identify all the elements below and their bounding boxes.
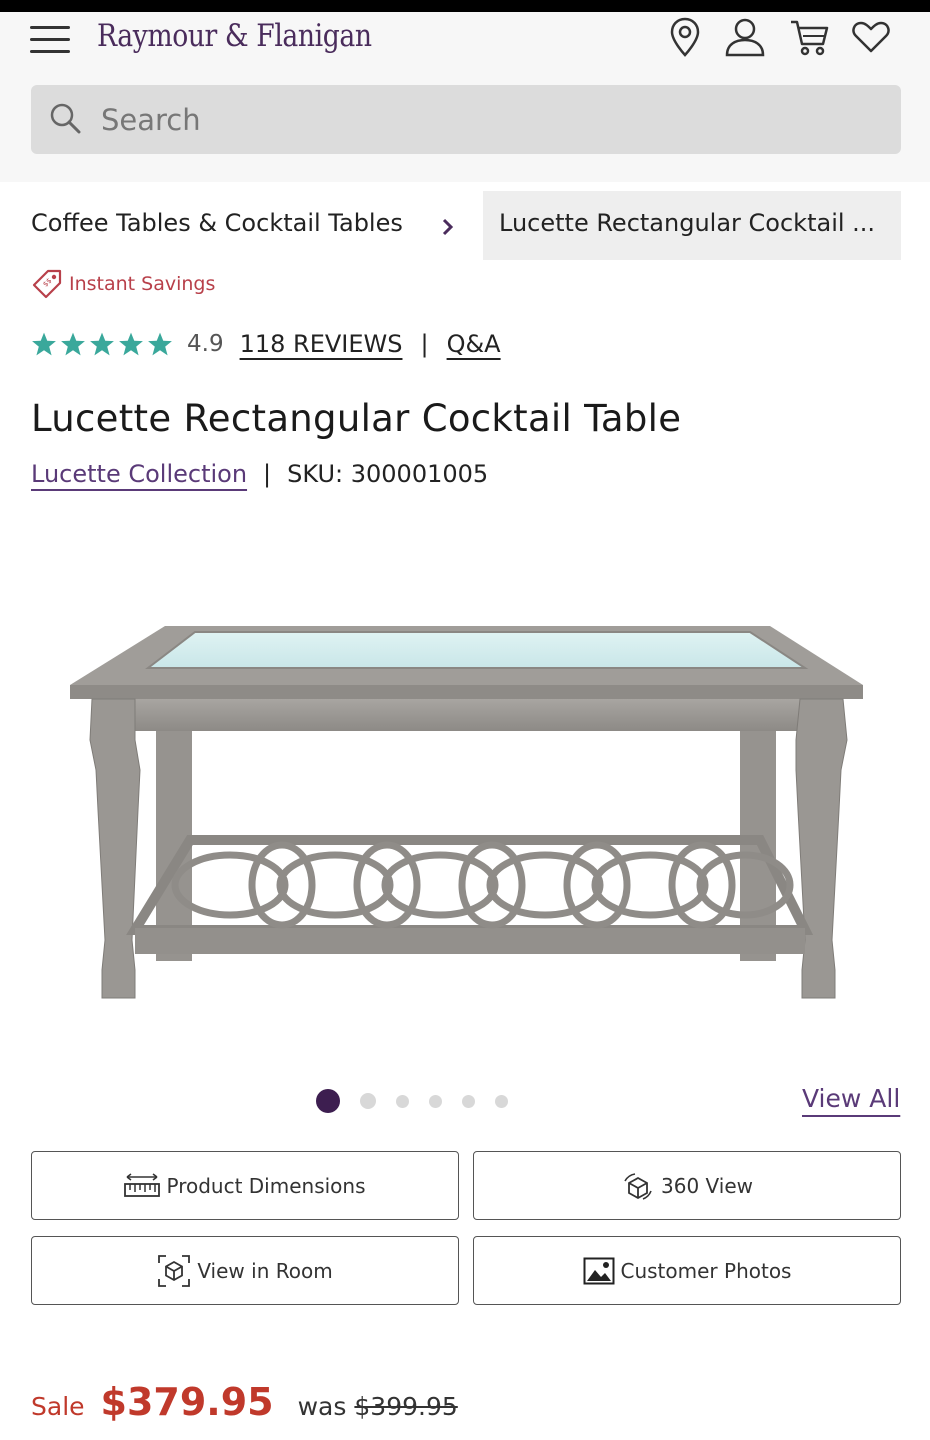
location-pin-icon[interactable]: [664, 14, 706, 60]
original-price: $399.95: [354, 1392, 458, 1421]
product-dimensions-label: Product Dimensions: [166, 1173, 366, 1198]
star-rating: [31, 331, 173, 357]
was-label: was: [297, 1392, 347, 1421]
reviews-link[interactable]: 118 REVIEWS: [240, 330, 403, 358]
sku-label: SKU: 300001005: [287, 460, 489, 488]
ruler-icon: [124, 1172, 161, 1197]
brand-logo[interactable]: Raymour & Flanigan: [97, 18, 372, 54]
view-in-room-button[interactable]: View in Room: [31, 1236, 459, 1305]
star-icon: [119, 332, 143, 356]
breadcrumb-parent[interactable]: Coffee Tables & Cocktail Tables: [31, 209, 403, 237]
gallery-dot[interactable]: [462, 1094, 475, 1108]
instant-savings-label: Instant Savings: [69, 273, 216, 295]
view-all-link[interactable]: View All: [802, 1084, 900, 1113]
gallery-dot[interactable]: [316, 1089, 340, 1113]
product-image[interactable]: [60, 610, 870, 1010]
qa-link[interactable]: Q&A: [447, 330, 501, 358]
breadcrumb-current: Lucette Rectangular Cocktail ...: [483, 191, 901, 260]
photo-icon: [583, 1257, 614, 1284]
product-title: Lucette Rectangular Cocktail Table: [31, 397, 682, 440]
rotate-cube-icon: [624, 1172, 652, 1200]
gallery-dot[interactable]: [429, 1094, 442, 1108]
chevron-right-icon: [442, 218, 454, 236]
instant-savings-badge[interactable]: $$ Instant Savings: [31, 268, 215, 300]
view-360-label: 360 View: [661, 1173, 753, 1198]
collection-link[interactable]: Lucette Collection: [31, 460, 247, 488]
search-bar[interactable]: [31, 85, 901, 154]
customer-photos-label: Customer Photos: [620, 1258, 792, 1283]
sale-price: $379.95: [100, 1380, 274, 1424]
account-icon[interactable]: [724, 14, 766, 60]
svg-text:$$: $$: [41, 277, 53, 289]
star-icon: [32, 332, 56, 356]
price-line: Sale $379.95 was $399.95: [31, 1380, 458, 1424]
ar-cube-icon: [158, 1254, 191, 1287]
gallery-dot[interactable]: [495, 1094, 508, 1108]
rating-score: 4.9: [187, 331, 224, 357]
site-header: Raymour & Flanigan: [0, 12, 930, 182]
product-dimensions-button[interactable]: Product Dimensions: [31, 1151, 459, 1220]
menu-icon[interactable]: [30, 26, 70, 56]
gallery-pagination: [316, 1088, 528, 1114]
cart-icon[interactable]: [788, 14, 830, 60]
wishlist-heart-icon[interactable]: [850, 14, 892, 60]
star-icon: [90, 332, 114, 356]
gallery-dot[interactable]: [396, 1094, 409, 1108]
rating-row: 4.9 118 REVIEWS | Q&A: [31, 326, 501, 362]
search-icon: [50, 103, 81, 134]
search-input[interactable]: [101, 85, 881, 154]
separator: |: [263, 460, 272, 488]
view-360-button[interactable]: 360 View: [473, 1151, 901, 1220]
star-icon: [148, 332, 172, 356]
price-tag-icon: $$: [32, 269, 62, 299]
view-in-room-label: View in Room: [197, 1258, 333, 1283]
customer-photos-button[interactable]: Customer Photos: [473, 1236, 901, 1305]
status-bar: [0, 0, 930, 12]
separator: |: [420, 330, 429, 358]
sale-label: Sale: [31, 1392, 85, 1421]
gallery-dot[interactable]: [360, 1093, 376, 1109]
star-icon: [61, 332, 85, 356]
collection-line: Lucette Collection | SKU: 300001005: [31, 460, 488, 488]
